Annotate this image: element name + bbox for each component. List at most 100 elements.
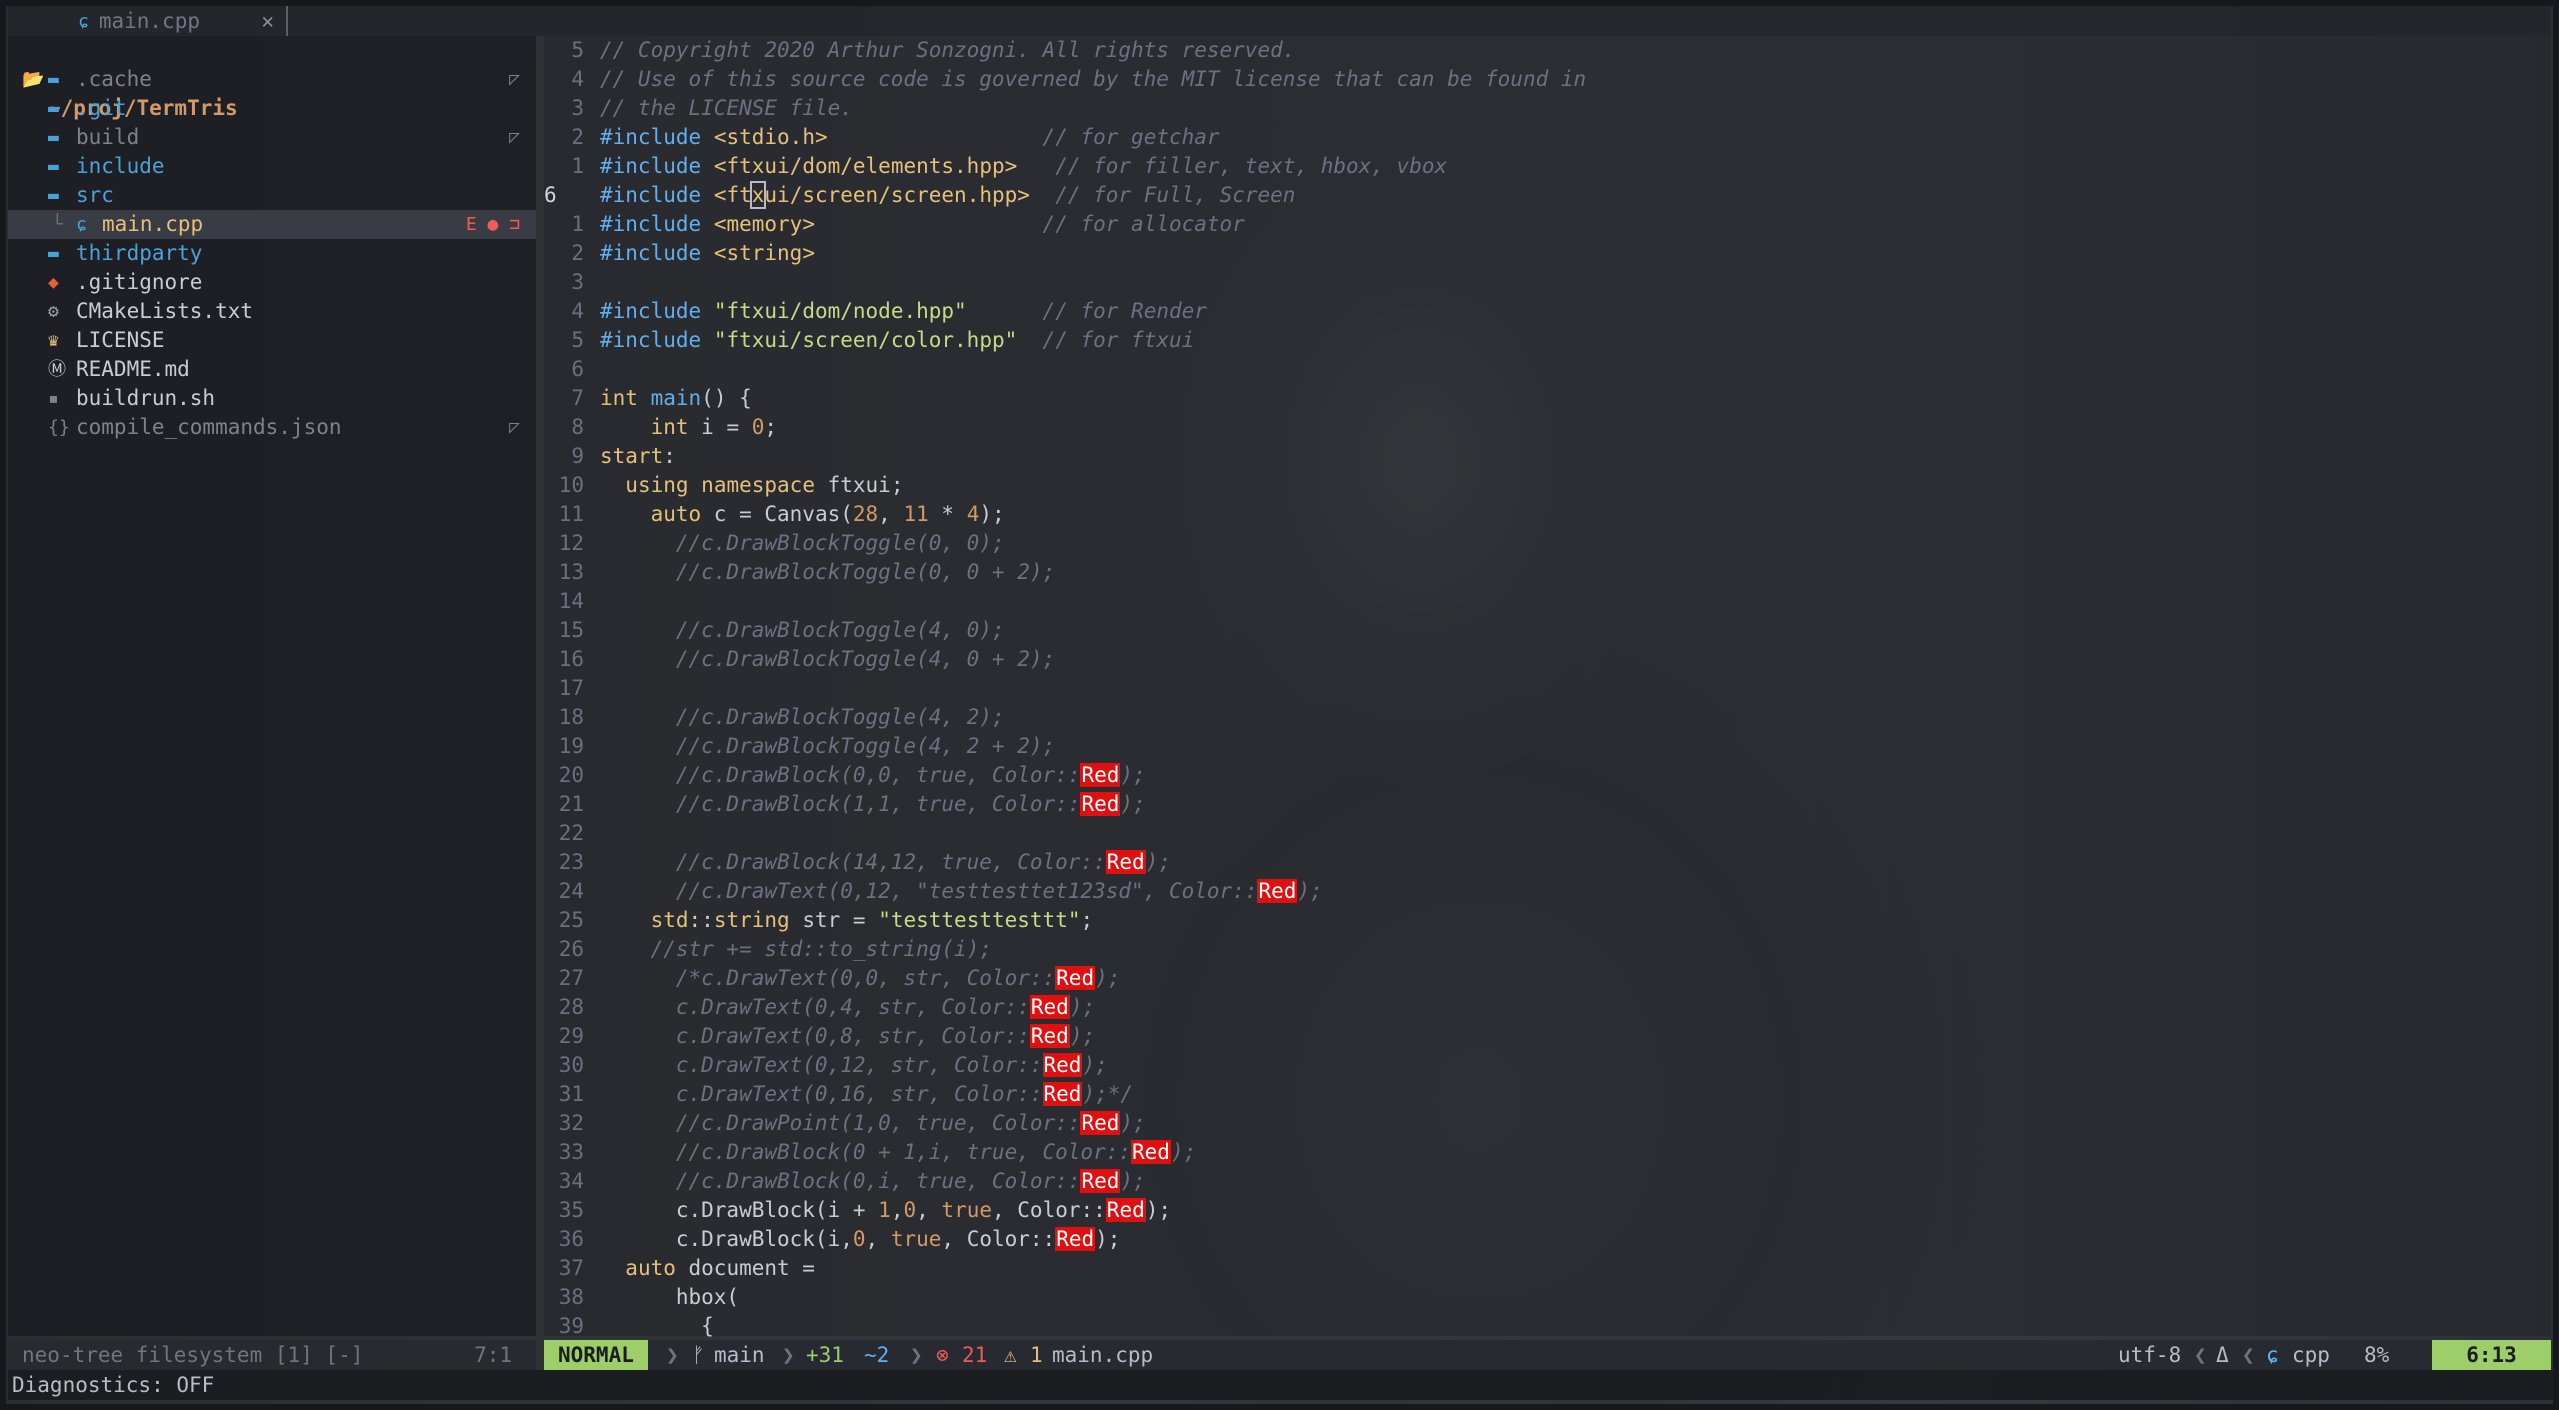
- code-token: //c.DrawBlock(0 + 1,i, true, Color::: [600, 1140, 1132, 1164]
- line-number: 7: [571, 386, 584, 410]
- code-token: 0: [751, 415, 765, 439]
- tree-item[interactable]: ♛ LICENSE: [8, 326, 536, 355]
- code-token: {: [600, 1314, 714, 1338]
- folder-icon: ▬: [48, 156, 59, 177]
- code-token: // for Full, Screen: [1055, 183, 1296, 207]
- code-line: 18 //c.DrawBlockToggle(4, 2);: [544, 703, 1005, 732]
- git-changed: ~2: [864, 1343, 890, 1367]
- code-token: main: [650, 386, 702, 410]
- tree-item-label: main.cpp: [102, 212, 204, 236]
- editor-statusline: NORMAL ❯ ᚠ main ❯ +31 ~2 ❯ ⊗ 21 ⚠ 1 main…: [544, 1340, 2551, 1370]
- tree-item[interactable]: ▬ build ◸: [8, 123, 536, 152]
- line-number: 4: [571, 67, 584, 91]
- line-number: 6: [544, 183, 557, 207]
- diagnostic-highlight: Red: [1029, 995, 1070, 1019]
- code-token: );: [1120, 792, 1146, 816]
- git-branch: main: [714, 1343, 765, 1367]
- code-token: 4: [966, 502, 980, 526]
- tree-item-label: LICENSE: [76, 328, 165, 352]
- code-token: );: [1120, 1111, 1146, 1135]
- code-token: string: [713, 908, 790, 932]
- code-line: 1 #include <ftxui/dom/elements.hpp> // fo…: [544, 152, 1447, 181]
- tree-item[interactable]: ⚙ CMakeLists.txt: [8, 297, 536, 326]
- line-number: 39: [558, 1314, 584, 1338]
- diagnostic-highlight: Red: [1131, 1140, 1171, 1164]
- separator-icon: ❮: [2242, 1343, 2255, 1367]
- diagnostic-highlight: Red: [1042, 1053, 1083, 1077]
- scroll-percent: 8%: [2364, 1343, 2390, 1367]
- code-token: ;: [764, 415, 778, 439]
- tree-item[interactable]: {} compile_commands.json ◸: [8, 413, 536, 442]
- code-token: // for ftxui: [1042, 328, 1195, 352]
- code-token: #include: [600, 299, 702, 323]
- code-token: c.DrawText(0,8, str, Color::: [600, 1024, 1030, 1048]
- git-added: +31: [806, 1343, 844, 1367]
- line-number: 30: [558, 1053, 584, 1077]
- line-number: 6: [571, 357, 584, 381]
- separator-icon: ❯: [910, 1343, 923, 1367]
- code-token: () {: [701, 386, 752, 410]
- code-token: c.DrawText(0,12, str, Color::: [600, 1053, 1043, 1077]
- diagnostic-highlight: Red: [1042, 1082, 1083, 1106]
- code-line: 37 auto document =: [544, 1254, 815, 1283]
- code-token: <ft: [713, 183, 752, 207]
- warning-icon: ⚠: [1004, 1343, 1017, 1367]
- code-line: 19 //c.DrawBlockToggle(4, 2 + 2);: [544, 732, 1055, 761]
- tree-item[interactable]: ▬ .cache ◸: [8, 65, 536, 94]
- tree-root[interactable]: 📂 ~/proj/TermTris: [8, 36, 536, 120]
- code-token: );*/: [1082, 1082, 1134, 1106]
- text-cursor: x: [749, 181, 767, 209]
- code-token: true: [890, 1227, 942, 1251]
- code-token: // Use of this source code is governed b…: [600, 67, 1587, 91]
- code-token: //c.DrawBlock(0,0, true, Color::: [600, 763, 1081, 787]
- tree-item[interactable]: Ⓜ README.md: [8, 355, 536, 384]
- tab-bar: ɕ main.cpp ✕: [8, 4, 2551, 36]
- tree-item[interactable]: ▪ buildrun.sh: [8, 384, 536, 413]
- code-token: );: [1170, 1140, 1197, 1164]
- diagnostic-highlight: Red: [1055, 966, 1096, 990]
- tree-item[interactable]: ▬ .git: [8, 94, 536, 123]
- code-token: #include: [600, 183, 702, 207]
- markdown-icon: Ⓜ: [48, 359, 66, 380]
- tab-main-cpp[interactable]: ɕ main.cpp ✕: [56, 6, 288, 36]
- folder-icon: ▬: [48, 69, 59, 90]
- code-token: 1: [878, 1198, 891, 1222]
- line-number: 1: [571, 212, 584, 236]
- code-token: , Color::: [992, 1198, 1106, 1222]
- code-token: ::: [688, 908, 714, 932]
- code-editor[interactable]: 5 // Copyright 2020 Arthur Sonzogni. All …: [544, 36, 2551, 1338]
- code-line: 30 c.DrawText(0,12, str, Color::Red);: [544, 1051, 1108, 1080]
- code-token: "ftxui/dom/node.hpp": [713, 299, 967, 323]
- file-name: main.cpp: [1052, 1343, 1154, 1367]
- tree-item[interactable]: └ ɕ main.cpp E ● ⊐: [8, 210, 536, 239]
- tree-item[interactable]: ▬ thirdparty: [8, 239, 536, 268]
- code-token: c.DrawBlock(i +: [600, 1198, 879, 1222]
- tree-item-label: CMakeLists.txt: [76, 299, 254, 323]
- code-line: 2 #include <string>: [544, 239, 815, 268]
- code-token: //c.DrawBlockToggle(4, 0);: [600, 618, 1005, 642]
- code-token: ,: [865, 1227, 891, 1251]
- tree-item-label: .gitignore: [76, 270, 203, 294]
- code-line: 8 int i = 0;: [544, 413, 777, 442]
- code-token: <memory>: [713, 212, 815, 236]
- line-number: 38: [558, 1285, 584, 1309]
- tree-item-label: .git: [76, 96, 127, 120]
- tree-item[interactable]: ▬ include: [8, 152, 536, 181]
- code-token: );: [979, 502, 1005, 526]
- code-token: "testtesttesttt": [878, 908, 1081, 932]
- line-number: 5: [571, 38, 584, 62]
- tree-item[interactable]: ◆ .gitignore: [8, 268, 536, 297]
- line-number: 34: [558, 1169, 584, 1193]
- tree-item[interactable]: ▬ src: [8, 181, 536, 210]
- code-line: 26 //str += std::to_string(i);: [544, 935, 992, 964]
- code-token: 28: [852, 502, 879, 526]
- close-icon[interactable]: ✕: [261, 9, 274, 33]
- line-number: 17: [558, 676, 584, 700]
- line-number: 32: [558, 1111, 584, 1135]
- command-line[interactable]: Diagnostics: OFF: [8, 1370, 2555, 1400]
